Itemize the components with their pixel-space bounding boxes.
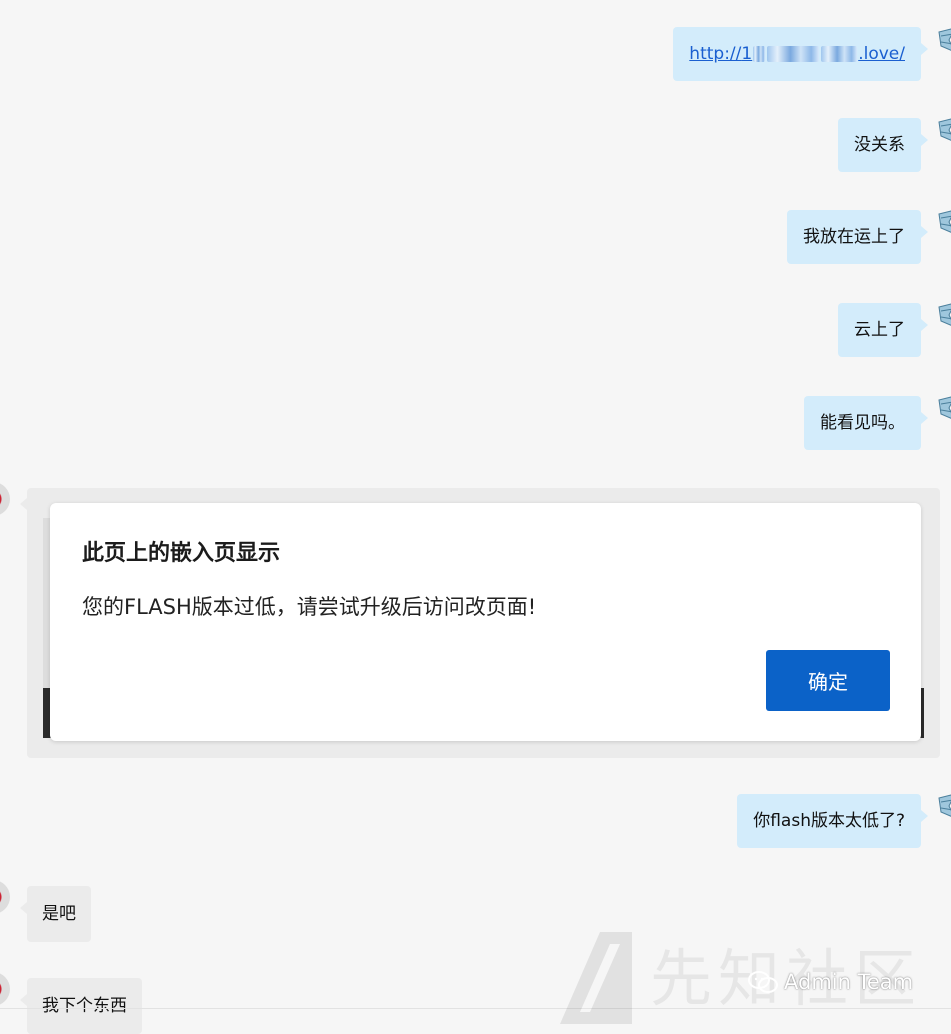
redacted-text [821, 46, 858, 62]
message-bubble-url: http://1 .love/ [673, 27, 928, 81]
message-bubble: 云上了 [838, 303, 928, 357]
message-text: 能看见吗。 [820, 413, 905, 433]
message-link[interactable]: http://1 .love/ [689, 44, 905, 64]
account-watermark: Admin Team [748, 970, 913, 994]
avatar[interactable] [937, 116, 951, 144]
message-text: 是吧 [42, 904, 76, 924]
chat-window: http://1 .love/ 没关系 我放在运上了 云上了 能看见吗。 此页上的… [0, 0, 951, 1034]
message-text: 你flash版本太低了? [753, 811, 905, 831]
message-bubble: 我放在运上了 [787, 210, 928, 264]
message-text: 云上了 [854, 320, 905, 340]
redacted-text [753, 46, 766, 62]
message-bubble: 你flash版本太低了? [737, 794, 928, 848]
account-name: Admin Team [784, 970, 914, 994]
alert-dialog: 此页上的嵌入页显示 您的FLASH版本过低，请尝试升级后访问改页面! 确定 [50, 503, 921, 741]
avatar[interactable] [937, 26, 951, 54]
dialog-title: 此页上的嵌入页显示 [82, 541, 281, 566]
avatar[interactable] [937, 394, 951, 422]
ok-button[interactable]: 确定 [766, 650, 890, 711]
avatar[interactable] [937, 301, 951, 329]
avatar[interactable] [937, 792, 951, 820]
watermark-logo-icon [560, 932, 632, 1024]
message-text: 我放在运上了 [803, 227, 905, 247]
wechat-icon [748, 971, 778, 993]
avatar[interactable] [937, 208, 951, 236]
message-bubble: 能看见吗。 [804, 396, 928, 450]
message-bubble: 没关系 [838, 118, 928, 172]
avatar[interactable] [0, 880, 10, 914]
dialog-message: 您的FLASH版本过低，请尝试升级后访问改页面! [82, 595, 537, 619]
avatar[interactable] [0, 482, 10, 516]
redacted-text [767, 46, 820, 62]
message-bubble: 是吧 [20, 886, 91, 942]
message-text: 我下个东西 [42, 996, 127, 1016]
avatar[interactable] [0, 972, 10, 1006]
message-bubble: 我下个东西 [20, 978, 142, 1034]
message-text: 没关系 [854, 135, 905, 155]
